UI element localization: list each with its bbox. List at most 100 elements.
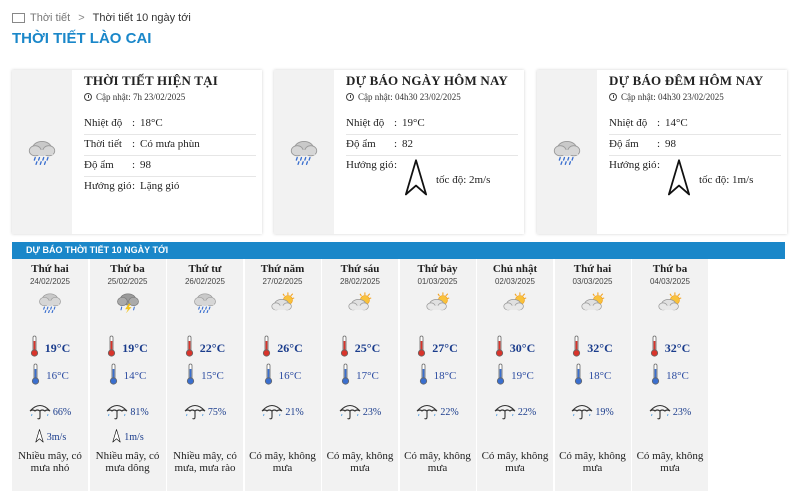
- card-row: Hướng gió: tốc độ: 1m/s: [609, 156, 781, 205]
- thermometer-high-icon: [650, 335, 665, 361]
- forecast-list: Thứ hai 24/02/2025 19°C 16°C 66% 3m/s Nhiều mâ…: [12, 259, 710, 491]
- day-date: 25/02/2025: [107, 277, 148, 286]
- temp-high: 19°C: [122, 340, 148, 355]
- row-value: 14°C: [665, 117, 688, 129]
- temp-high: 22°C: [199, 340, 226, 355]
- day-name: Thứ tư: [188, 263, 222, 275]
- umbrella-icon: [416, 402, 440, 423]
- umbrella-icon: [29, 402, 53, 423]
- row-value: Lặng gió: [140, 180, 180, 192]
- card-row: Thời tiết: Có mưa phùn: [84, 135, 256, 156]
- row-label: Nhiệt độ: [609, 117, 648, 129]
- wind-direction-icon: [111, 429, 122, 446]
- thermometer-high-icon: [495, 335, 510, 361]
- temp-low: 16°C: [46, 369, 69, 382]
- row-value: 18°C: [140, 117, 163, 129]
- thermometer-high-icon: [185, 335, 200, 361]
- row-label: Nhiệt độ: [346, 117, 385, 129]
- row-value: tốc độ: 1m/s: [699, 173, 754, 186]
- temp-high: 19°C: [44, 340, 71, 355]
- update-time: Cập nhật: 04h30 23/02/2025: [346, 92, 461, 102]
- forecast-day: Thứ ba 04/03/2025 32°C 18°C 23% Có mây, không…: [632, 259, 708, 491]
- thermometer-high-icon: [30, 335, 45, 361]
- thermometer-high-icon: [572, 335, 587, 361]
- rain-chance: 23%: [362, 407, 382, 418]
- temp-low: 14°C: [123, 369, 147, 382]
- thermometer-low-icon: [496, 363, 511, 388]
- today-forecast-card: DỰ BÁO NGÀY HÔM NAY Cập nhật: 04h30 23/02…: [274, 70, 524, 234]
- forecast-day: Thứ tư 26/02/2025 22°C 15°C 75% Nhiều mây, có…: [167, 259, 243, 491]
- row-label: Hướng gió: [609, 159, 657, 171]
- card-row: Nhiệt độ:14°C: [609, 114, 781, 135]
- day-name: Thứ bảy: [417, 263, 458, 275]
- temp-low: 15°C: [201, 369, 224, 382]
- day-date: 03/03/2025: [572, 277, 613, 286]
- day-description: Có mây, không mưa: [249, 450, 316, 474]
- row-label: Độ ẩm: [346, 138, 376, 150]
- row-label: Thời tiết: [84, 138, 122, 150]
- update-time: Cập nhật: 7h 23/02/2025: [84, 92, 185, 102]
- temp-low: 18°C: [588, 369, 612, 382]
- day-name: Thứ sáu: [340, 263, 380, 275]
- thermometer-low-icon: [109, 363, 124, 388]
- card-heading: DỰ BÁO NGÀY HÔM NAY: [346, 73, 508, 88]
- day-date: 02/03/2025: [494, 277, 536, 286]
- sun-cloud-icon: [501, 291, 529, 318]
- weather-icon: [274, 70, 334, 234]
- temp-low: 18°C: [666, 369, 689, 382]
- day-name: Thứ năm: [260, 263, 305, 275]
- thermometer-low-icon: [186, 363, 201, 388]
- card-row: Độ ẩm:82: [346, 135, 518, 156]
- forecast-day: Thứ sáu 28/02/2025 25°C 17°C 23% Có mây, khôn…: [322, 259, 398, 491]
- umbrella-icon: [261, 402, 285, 423]
- forecast-day: Thứ hai 24/02/2025 19°C 16°C 66% 3m/s Nhiều mâ…: [12, 259, 88, 491]
- row-value: 19°C: [402, 117, 425, 129]
- rain-chance: 22%: [440, 407, 459, 418]
- rain-chance: 23%: [672, 407, 692, 418]
- home-icon[interactable]: [12, 13, 25, 23]
- day-name: Thứ ba: [110, 263, 145, 275]
- temp-low: 16°C: [278, 369, 302, 382]
- row-value: Có mưa phùn: [140, 138, 200, 150]
- forecast-day: Thứ bảy 01/03/2025 27°C 18°C 22% Có mây, khôn…: [399, 259, 476, 491]
- day-description: Có mây, không mưa: [559, 450, 626, 474]
- temp-high: 32°C: [587, 340, 613, 355]
- sun-cloud-icon: [579, 291, 607, 318]
- temp-high: 26°C: [277, 340, 303, 355]
- weather-icon: [537, 70, 597, 234]
- page-title: THỜI TIẾT LÀO CAI: [12, 30, 152, 47]
- day-name: Thứ hai: [31, 263, 69, 275]
- day-name: Thứ hai: [573, 263, 612, 275]
- thermometer-low-icon: [651, 363, 666, 388]
- wind-direction-icon: [665, 159, 693, 201]
- day-name: Chủ nhật: [492, 263, 538, 275]
- day-description: Có mây, không mưa: [404, 450, 471, 474]
- forecast-day: Thứ năm 27/02/2025 26°C 16°C 21% Có mây, khôn…: [244, 259, 321, 491]
- weather-icon: [12, 70, 72, 234]
- umbrella-icon: [571, 402, 595, 423]
- umbrella-icon: [649, 402, 673, 423]
- row-value: 82: [402, 138, 413, 150]
- card-row: Hướng gió: tốc độ: 2m/s: [346, 156, 518, 205]
- thermometer-high-icon: [107, 335, 122, 361]
- row-value: 98: [140, 159, 151, 171]
- row-label: Độ ẩm: [609, 138, 639, 150]
- row-value: tốc độ: 2m/s: [436, 173, 491, 186]
- card-row: Độ ẩm:98: [84, 156, 256, 177]
- thunder-rain-icon: [114, 291, 142, 318]
- temp-low: 18°C: [433, 369, 457, 382]
- breadcrumb-current: Thời tiết 10 ngày tới: [92, 12, 191, 24]
- day-date: 24/02/2025: [29, 277, 71, 286]
- forecast-day: Thứ hai 03/03/2025 32°C 18°C 19% Có mây, khôn…: [554, 259, 631, 491]
- temp-high: 27°C: [432, 340, 458, 355]
- day-description: Nhiều mây, có mưa, mưa rào: [173, 450, 237, 474]
- day-description: Có mây, không mưa: [636, 450, 704, 474]
- temp-high: 32°C: [664, 340, 691, 355]
- thermometer-high-icon: [262, 335, 277, 361]
- day-description: Nhiều mây, có mưa nhỏ: [18, 450, 82, 474]
- thermometer-low-icon: [341, 363, 356, 388]
- rain-cloud-icon: [191, 291, 219, 318]
- temp-high: 30°C: [509, 340, 536, 355]
- breadcrumb-home[interactable]: Thời tiết: [30, 12, 70, 24]
- day-date: 04/03/2025: [649, 277, 691, 286]
